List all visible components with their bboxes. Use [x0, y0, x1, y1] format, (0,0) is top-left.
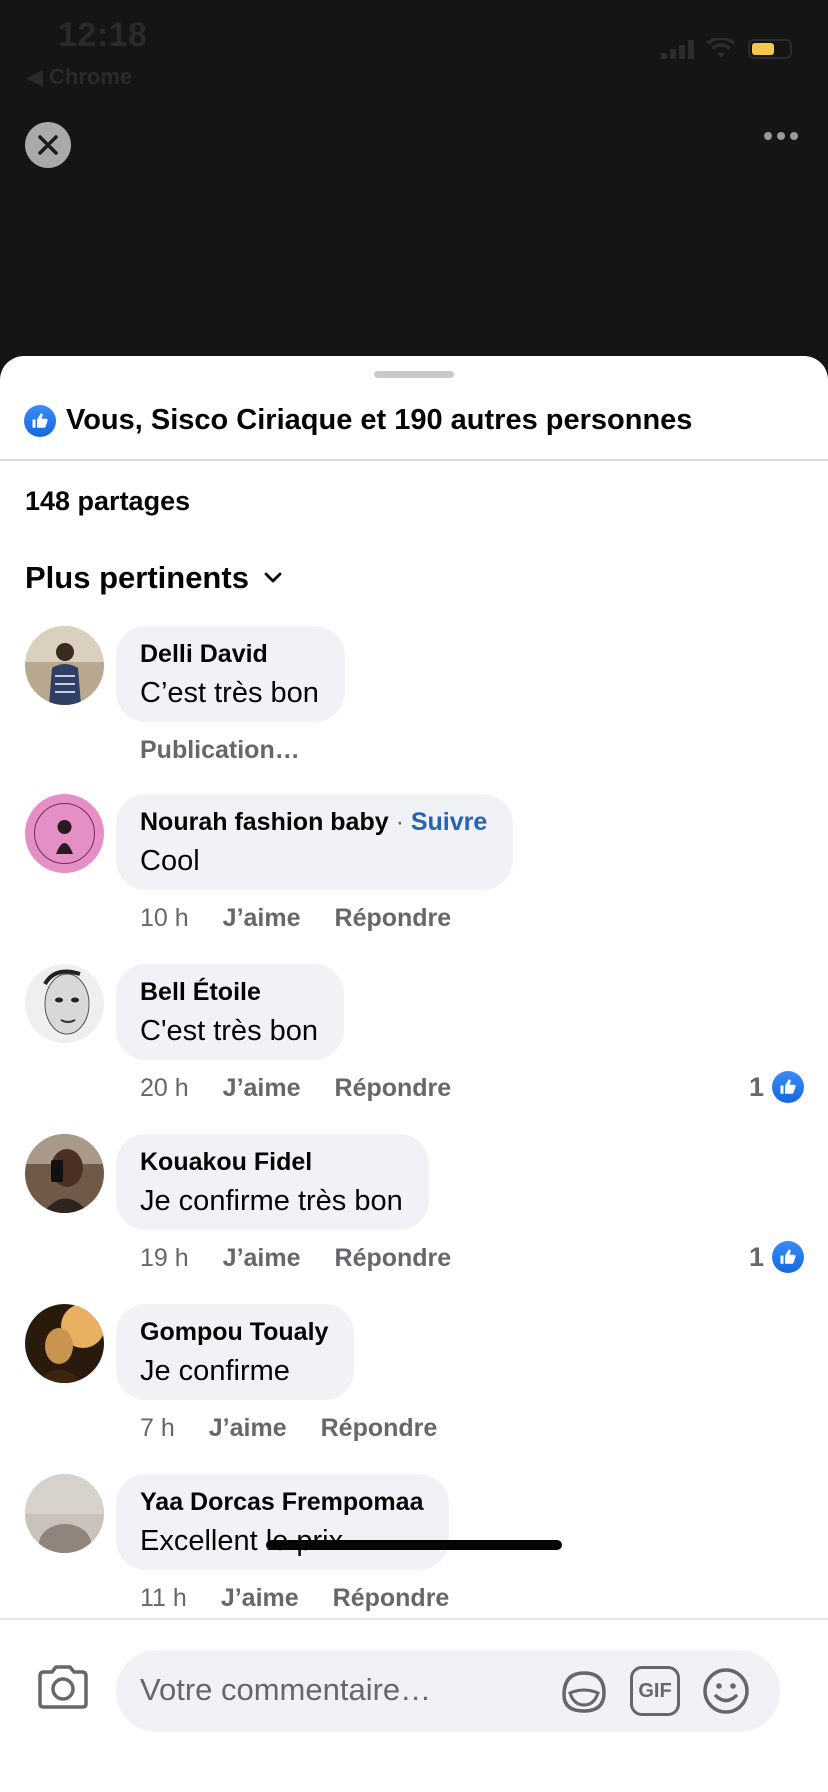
close-icon [38, 135, 58, 155]
avatar[interactable] [25, 626, 104, 705]
comment-text: Cool [140, 845, 200, 877]
comment-bubble[interactable]: Bell Étoile C'est très bon [116, 964, 345, 1060]
comments-sheet: Vous, Sisco Ciriaque et 190 autres perso… [0, 356, 828, 1792]
comment-time: 11 h [140, 1584, 187, 1612]
comment-time: 10 h [140, 904, 189, 932]
comment-input-placeholder: Votre commentaire… [140, 1672, 432, 1707]
like-icon [24, 404, 56, 437]
follow-button[interactable]: Suivre [411, 808, 487, 836]
avatar[interactable] [25, 1134, 104, 1213]
gif-button[interactable]: GIF [630, 1666, 680, 1716]
comment-bubble[interactable]: Yaa Dorcas Frempomaa Excellent le prix [116, 1474, 450, 1570]
sort-label: Plus pertinents [25, 560, 249, 595]
comment-text: Je confirme très bon [140, 1185, 403, 1217]
comment-bubble[interactable]: Delli David C’est très bon [116, 626, 345, 722]
reaction-count[interactable]: 1 [749, 1241, 804, 1273]
wifi-icon [706, 38, 736, 58]
comment-meta: Publication… [140, 736, 300, 765]
camera-icon[interactable] [36, 1664, 90, 1710]
signal-icon [661, 39, 694, 59]
reaction-count[interactable]: 1 [749, 1071, 804, 1103]
comment-bubble[interactable]: Kouakou Fidel Je confirme très bon [116, 1134, 429, 1230]
emoji-icon[interactable] [700, 1665, 752, 1717]
status-icons [661, 38, 792, 60]
divider [0, 459, 828, 461]
comment-meta: 10 h J’aime Répondre [140, 904, 451, 933]
reply-button[interactable]: Répondre [333, 1584, 450, 1613]
like-button[interactable]: J’aime [209, 1414, 287, 1443]
shares-count[interactable]: 148 partages [25, 486, 190, 517]
back-to-chrome-link[interactable]: ◀ Chrome [26, 64, 132, 90]
comment-author[interactable]: Nourah fashion baby [140, 808, 389, 836]
posting-status: Publication… [140, 736, 300, 764]
comment-text: C’est très bon [140, 677, 319, 709]
avatar[interactable] [25, 1304, 104, 1383]
like-button[interactable]: J’aime [223, 1244, 301, 1273]
comment-time: 7 h [140, 1414, 175, 1442]
more-horizontal-icon [764, 132, 772, 140]
comment-author[interactable]: Bell Étoile [140, 978, 318, 1007]
like-button[interactable]: J’aime [221, 1584, 299, 1613]
close-button[interactable] [25, 122, 71, 168]
home-indicator[interactable] [266, 1540, 562, 1550]
comment-meta: 7 h J’aime Répondre [140, 1414, 437, 1443]
like-icon [772, 1071, 804, 1103]
status-bar: 12:18 ◀ Chrome [0, 0, 828, 90]
reaction-count-value: 1 [748, 1241, 764, 1272]
comment-bubble[interactable]: Nourah fashion baby · Suivre Cool [116, 794, 514, 890]
gif-label: GIF [638, 1679, 672, 1702]
comment-author[interactable]: Delli David [140, 640, 319, 669]
sticker-icon[interactable] [558, 1665, 610, 1717]
reply-button[interactable]: Répondre [335, 904, 452, 933]
comment-composer: Votre commentaire… GIF [0, 1618, 828, 1792]
avatar[interactable] [25, 794, 104, 873]
status-time: 12:18 [58, 16, 148, 54]
reactions-summary[interactable]: Vous, Sisco Ciriaque et 190 autres perso… [24, 404, 692, 437]
comment-input[interactable]: Votre commentaire… GIF [116, 1650, 780, 1732]
reply-button[interactable]: Répondre [335, 1244, 452, 1273]
comment-meta: 11 h J’aime Répondre [140, 1584, 449, 1613]
avatar[interactable] [25, 1474, 104, 1553]
like-button[interactable]: J’aime [223, 1074, 301, 1103]
like-button[interactable]: J’aime [223, 904, 301, 933]
reply-button[interactable]: Répondre [335, 1074, 452, 1103]
comment-meta: 20 h J’aime Répondre [140, 1074, 451, 1103]
chevron-down-icon [264, 572, 282, 583]
reaction-count-value: 1 [748, 1071, 764, 1102]
comment-text: C'est très bon [140, 1015, 319, 1047]
comment-time: 19 h [140, 1244, 189, 1272]
reply-button[interactable]: Répondre [321, 1414, 438, 1443]
like-icon [772, 1241, 804, 1273]
comment-meta: 19 h J’aime Répondre [140, 1244, 451, 1273]
battery-icon [748, 39, 792, 59]
sort-dropdown[interactable]: Plus pertinents [25, 560, 283, 596]
follow-separator: · [388, 808, 411, 836]
comment-author[interactable]: Kouakou Fidel [140, 1148, 403, 1177]
avatar[interactable] [25, 964, 104, 1043]
comment-bubble[interactable]: Gompou Toualy Je confirme [116, 1304, 355, 1400]
comment-author[interactable]: Yaa Dorcas Frempomaa [140, 1488, 423, 1517]
reactions-text: Vous, Sisco Ciriaque et 190 autres perso… [66, 404, 693, 436]
comment-text: Je confirme [140, 1355, 290, 1387]
comment-author-line: Nourah fashion baby · Suivre [140, 808, 487, 837]
comment-time: 20 h [140, 1074, 189, 1102]
more-options-button[interactable] [764, 132, 798, 140]
sheet-grabber[interactable] [374, 371, 454, 378]
comment-author[interactable]: Gompou Toualy [140, 1318, 328, 1347]
